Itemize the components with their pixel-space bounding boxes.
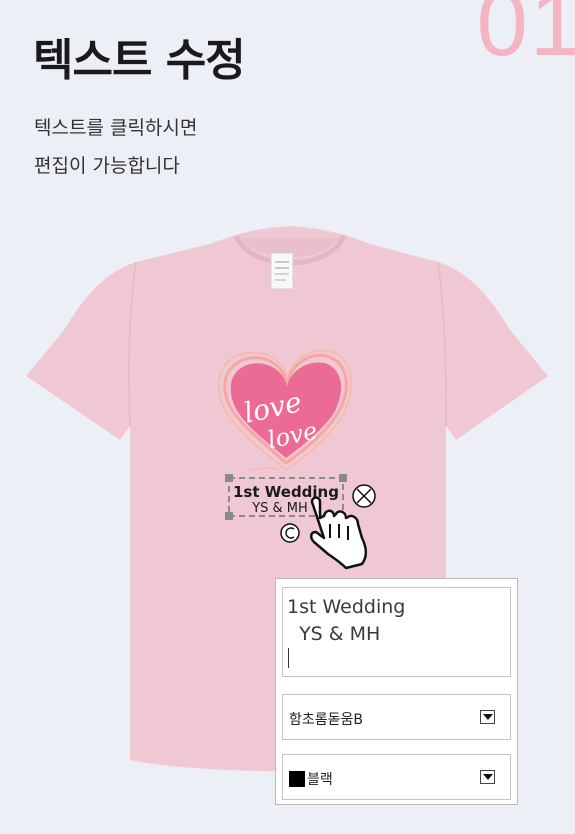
design-text-line-1: 1st Wedding [233,483,339,501]
selection-handle-bl [225,512,233,520]
font-select[interactable]: 함초롬돋움B [282,694,511,740]
text-input-line-2: YS & MH [287,621,510,668]
color-swatch-icon [289,771,305,787]
font-select-value: 함초롬돋움B [289,712,364,728]
chevron-down-icon[interactable] [480,710,495,724]
neck-label [270,252,294,290]
resize-icon [352,484,376,508]
text-caret [288,648,289,668]
rotate-icon [280,523,300,543]
text-input[interactable]: 1st Wedding YS & MH [282,587,511,677]
color-select-label: 블랙 [307,772,333,788]
text-input-line-1: 1st Wedding [287,596,406,618]
color-select[interactable]: 블랙 [282,754,511,800]
color-select-value: 블랙 [289,769,333,789]
selection-handle-tl [225,474,233,482]
chevron-down-icon[interactable] [480,770,495,784]
text-edit-panel: 1st Wedding YS & MH 함초롬돋움B 블랙 [275,578,518,805]
selection-handle-tr [339,474,347,482]
design-text-line-2: YS & MH [251,501,308,516]
